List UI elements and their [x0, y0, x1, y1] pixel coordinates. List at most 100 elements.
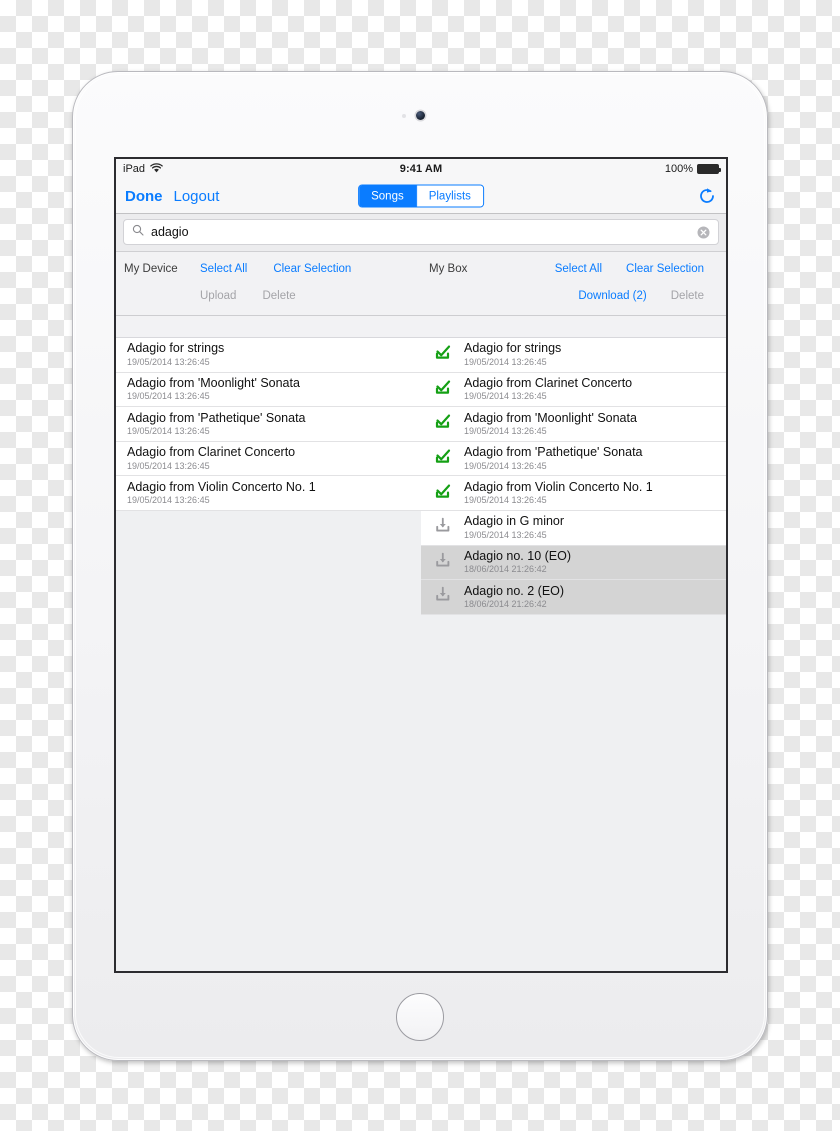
- song-timestamp: 19/05/2014 13:26:45: [464, 460, 547, 471]
- search-input[interactable]: adagio: [151, 225, 189, 239]
- song-title: Adagio from Clarinet Concerto: [464, 376, 633, 391]
- ipad-device: iPad 9:41 AM 100% Done Logout Songs Play…: [72, 71, 768, 1061]
- list-item[interactable]: Adagio from 'Moonlight' Sonata 19/05/2014…: [421, 407, 726, 442]
- list-top-gap: [116, 316, 726, 338]
- row-status-icon: [426, 342, 460, 367]
- box-clear-selection-button[interactable]: Clear Selection: [626, 263, 704, 275]
- selection-toolbar: My Device Select All Clear Selection My …: [116, 252, 726, 316]
- row-texts: Adagio from 'Pathetique' Sonata 19/05/201…: [127, 411, 306, 438]
- song-title: Adagio in G minor: [464, 514, 565, 529]
- box-selection-actions: Select All Clear Selection: [555, 263, 726, 275]
- song-title: Adagio no. 10 (EO): [464, 549, 572, 564]
- row-texts: Adagio for strings 19/05/2014 13:26:45: [127, 341, 224, 368]
- row-texts: Adagio for strings 19/05/2014 13:26:45: [464, 341, 561, 368]
- tab-playlists[interactable]: Playlists: [415, 185, 483, 207]
- list-item[interactable]: Adagio no. 10 (EO) 18/06/2014 21:26:42: [421, 545, 726, 581]
- list-item[interactable]: Adagio from 'Pathetique' Sonata 19/05/201…: [116, 407, 421, 442]
- status-bar-right: 100%: [664, 163, 721, 175]
- downloaded-check-icon: [433, 342, 453, 367]
- song-title: Adagio from Violin Concerto No. 1: [464, 479, 653, 494]
- row-texts: Adagio in G minor 19/05/2014 13:26:45: [464, 514, 564, 541]
- device-clear-selection-button[interactable]: Clear Selection: [273, 263, 351, 275]
- downloaded-check-icon: [433, 411, 453, 436]
- song-timestamp: 19/05/2014 13:26:45: [464, 356, 547, 367]
- search-icon: [132, 223, 144, 241]
- box-select-all-button[interactable]: Select All: [555, 263, 602, 275]
- box-operation-actions: Download (2) Delete: [578, 290, 726, 302]
- toolbar-box-selection: My Box Select All Clear Selection: [421, 263, 726, 275]
- song-title: Adagio from 'Pathetique' Sonata: [127, 410, 306, 425]
- song-timestamp: 18/06/2014 21:26:42: [464, 564, 547, 575]
- row-status-icon: [426, 550, 460, 575]
- front-camera: [415, 111, 425, 120]
- upload-button[interactable]: Upload: [200, 290, 236, 302]
- row-status-icon: [426, 446, 460, 471]
- home-button[interactable]: [396, 993, 444, 1041]
- song-title: Adagio from Clarinet Concerto: [127, 445, 296, 460]
- nav-bar-right: [697, 186, 717, 206]
- list-item[interactable]: Adagio for strings 19/05/2014 13:26:45: [421, 338, 726, 373]
- download-arrow-icon: [433, 515, 453, 540]
- my-box-list[interactable]: Adagio for strings 19/05/2014 13:26:45 Ada…: [421, 338, 726, 615]
- row-texts: Adagio no. 10 (EO) 18/06/2014 21:26:42: [464, 549, 571, 576]
- song-title: Adagio from 'Pathetique' Sonata: [464, 445, 643, 460]
- ipad-screen: iPad 9:41 AM 100% Done Logout Songs Play…: [114, 157, 728, 973]
- list-item[interactable]: Adagio for strings 19/05/2014 13:26:45: [116, 338, 421, 373]
- status-clock: 9:41 AM: [399, 163, 443, 175]
- download-arrow-icon: [433, 584, 453, 609]
- battery-full-icon: [697, 164, 721, 174]
- downloaded-check-icon: [433, 481, 453, 506]
- song-title: Adagio no. 2 (EO): [464, 583, 565, 598]
- box-delete-button[interactable]: Delete: [671, 290, 704, 302]
- search-bar: adagio: [116, 214, 726, 252]
- search-field[interactable]: adagio: [123, 219, 719, 245]
- song-timestamp: 19/05/2014 13:26:45: [127, 356, 210, 367]
- row-status-icon: [426, 481, 460, 506]
- row-status-icon: [426, 515, 460, 540]
- download-button[interactable]: Download (2): [578, 290, 646, 302]
- list-item[interactable]: Adagio from 'Moonlight' Sonata 19/05/2014…: [116, 372, 421, 408]
- song-timestamp: 19/05/2014 13:26:45: [127, 391, 210, 402]
- toolbar-device-operations: Upload Delete: [116, 290, 421, 302]
- file-lists: Adagio for strings 19/05/2014 13:26:45 Ada…: [116, 338, 726, 948]
- row-texts: Adagio from 'Moonlight' Sonata 19/05/2014…: [464, 411, 637, 438]
- logout-button[interactable]: Logout: [174, 188, 220, 205]
- toolbar-row-selection: My Device Select All Clear Selection My …: [116, 255, 726, 282]
- songs-playlists-segmented-control[interactable]: Songs Playlists: [358, 184, 484, 208]
- downloaded-check-icon: [433, 377, 453, 402]
- list-item[interactable]: Adagio from Violin Concerto No. 1 19/05/2…: [116, 476, 421, 511]
- row-texts: Adagio from Clarinet Concerto 19/05/2014 …: [464, 376, 632, 403]
- song-timestamp: 19/05/2014 13:26:45: [464, 391, 547, 402]
- ambient-sensor: [402, 114, 406, 118]
- row-texts: Adagio from Violin Concerto No. 1 19/05/2…: [464, 480, 653, 507]
- toolbar-device-selection: My Device Select All Clear Selection: [116, 263, 421, 275]
- list-item[interactable]: Adagio from Violin Concerto No. 1 19/05/2…: [421, 476, 726, 511]
- song-title: Adagio from 'Moonlight' Sonata: [464, 410, 637, 425]
- list-item[interactable]: Adagio from 'Pathetique' Sonata 19/05/201…: [421, 441, 726, 477]
- song-timestamp: 18/06/2014 21:26:42: [464, 599, 547, 610]
- list-item[interactable]: Adagio from Clarinet Concerto 19/05/2014 …: [421, 372, 726, 408]
- song-timestamp: 19/05/2014 13:26:45: [464, 529, 547, 540]
- row-texts: Adagio from 'Moonlight' Sonata 19/05/2014…: [127, 376, 300, 403]
- clear-circle-icon[interactable]: [697, 226, 710, 239]
- device-operation-actions: Upload Delete: [200, 290, 296, 302]
- list-item[interactable]: Adagio no. 2 (EO) 18/06/2014 21:26:42: [421, 580, 726, 615]
- my-device-list[interactable]: Adagio for strings 19/05/2014 13:26:45 Ada…: [116, 338, 421, 511]
- downloaded-check-icon: [433, 446, 453, 471]
- row-status-icon: [426, 377, 460, 402]
- song-timestamp: 19/05/2014 13:26:45: [464, 426, 547, 437]
- tab-songs[interactable]: Songs: [359, 185, 416, 207]
- refresh-icon[interactable]: [697, 186, 717, 206]
- download-arrow-icon: [433, 550, 453, 575]
- device-selection-actions: Select All Clear Selection: [200, 263, 351, 275]
- row-texts: Adagio from Violin Concerto No. 1 19/05/2…: [127, 480, 316, 507]
- row-status-icon: [426, 584, 460, 609]
- list-item[interactable]: Adagio in G minor 19/05/2014 13:26:45: [421, 510, 726, 546]
- battery-percent-label: 100%: [664, 163, 693, 175]
- done-button[interactable]: Done: [125, 188, 163, 205]
- device-select-all-button[interactable]: Select All: [200, 263, 247, 275]
- device-delete-button[interactable]: Delete: [262, 290, 295, 302]
- nav-bar-left: Done Logout: [125, 188, 219, 205]
- list-item[interactable]: Adagio from Clarinet Concerto 19/05/2014 …: [116, 441, 421, 477]
- song-timestamp: 19/05/2014 13:26:45: [127, 495, 210, 506]
